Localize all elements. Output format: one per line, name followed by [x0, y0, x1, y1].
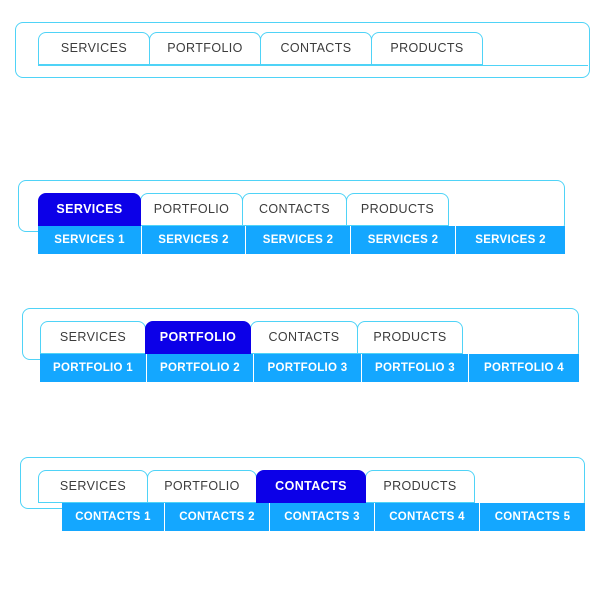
tab-services[interactable]: SERVICES: [38, 470, 148, 503]
tab-products[interactable]: PRODUCTS: [357, 321, 463, 354]
tab-portfolio[interactable]: PORTFOLIO: [145, 321, 251, 354]
tab-contacts[interactable]: CONTACTS: [256, 470, 366, 503]
submenu-item[interactable]: PORTFOLIO 4: [469, 354, 579, 382]
submenu-item[interactable]: CONTACTS 5: [480, 503, 585, 531]
submenu-item[interactable]: PORTFOLIO 1: [40, 354, 147, 382]
tab-portfolio[interactable]: PORTFOLIO: [147, 470, 257, 503]
tab-products[interactable]: PRODUCTS: [365, 470, 475, 503]
tab-services[interactable]: SERVICES: [38, 193, 141, 226]
submenu-item[interactable]: SERVICES 1: [38, 226, 142, 254]
tab-services[interactable]: SERVICES: [38, 32, 150, 65]
submenu-item[interactable]: PORTFOLIO 3: [362, 354, 469, 382]
tab-portfolio[interactable]: PORTFOLIO: [149, 32, 261, 65]
submenu-item[interactable]: CONTACTS 4: [375, 503, 480, 531]
tab-row: SERVICES PORTFOLIO CONTACTS PRODUCTS: [40, 321, 463, 354]
submenu-item[interactable]: SERVICES 2: [456, 226, 565, 254]
tab-services[interactable]: SERVICES: [40, 321, 146, 354]
tab-row-underline: [38, 65, 588, 66]
tab-products[interactable]: PRODUCTS: [346, 193, 449, 226]
tab-contacts[interactable]: CONTACTS: [260, 32, 372, 65]
submenu-bar: SERVICES 1 SERVICES 2 SERVICES 2 SERVICE…: [38, 226, 565, 254]
tab-contacts[interactable]: CONTACTS: [250, 321, 358, 354]
submenu-item[interactable]: PORTFOLIO 2: [147, 354, 254, 382]
tab-row: SERVICES PORTFOLIO CONTACTS PRODUCTS: [38, 193, 449, 226]
submenu-item[interactable]: SERVICES 2: [246, 226, 351, 254]
tab-contacts[interactable]: CONTACTS: [242, 193, 347, 226]
submenu-item[interactable]: PORTFOLIO 3: [254, 354, 362, 382]
submenu-bar: PORTFOLIO 1 PORTFOLIO 2 PORTFOLIO 3 PORT…: [40, 354, 579, 382]
submenu-item[interactable]: CONTACTS 2: [165, 503, 270, 531]
tab-row: SERVICES PORTFOLIO CONTACTS PRODUCTS: [38, 470, 475, 503]
submenu-bar: CONTACTS 1 CONTACTS 2 CONTACTS 3 CONTACT…: [62, 503, 585, 531]
submenu-item[interactable]: CONTACTS 3: [270, 503, 375, 531]
tab-products[interactable]: PRODUCTS: [371, 32, 483, 65]
submenu-item[interactable]: SERVICES 2: [351, 226, 456, 254]
tab-row: SERVICES PORTFOLIO CONTACTS PRODUCTS: [38, 32, 483, 65]
submenu-item[interactable]: SERVICES 2: [142, 226, 246, 254]
submenu-item[interactable]: CONTACTS 1: [62, 503, 165, 531]
tab-portfolio[interactable]: PORTFOLIO: [140, 193, 243, 226]
